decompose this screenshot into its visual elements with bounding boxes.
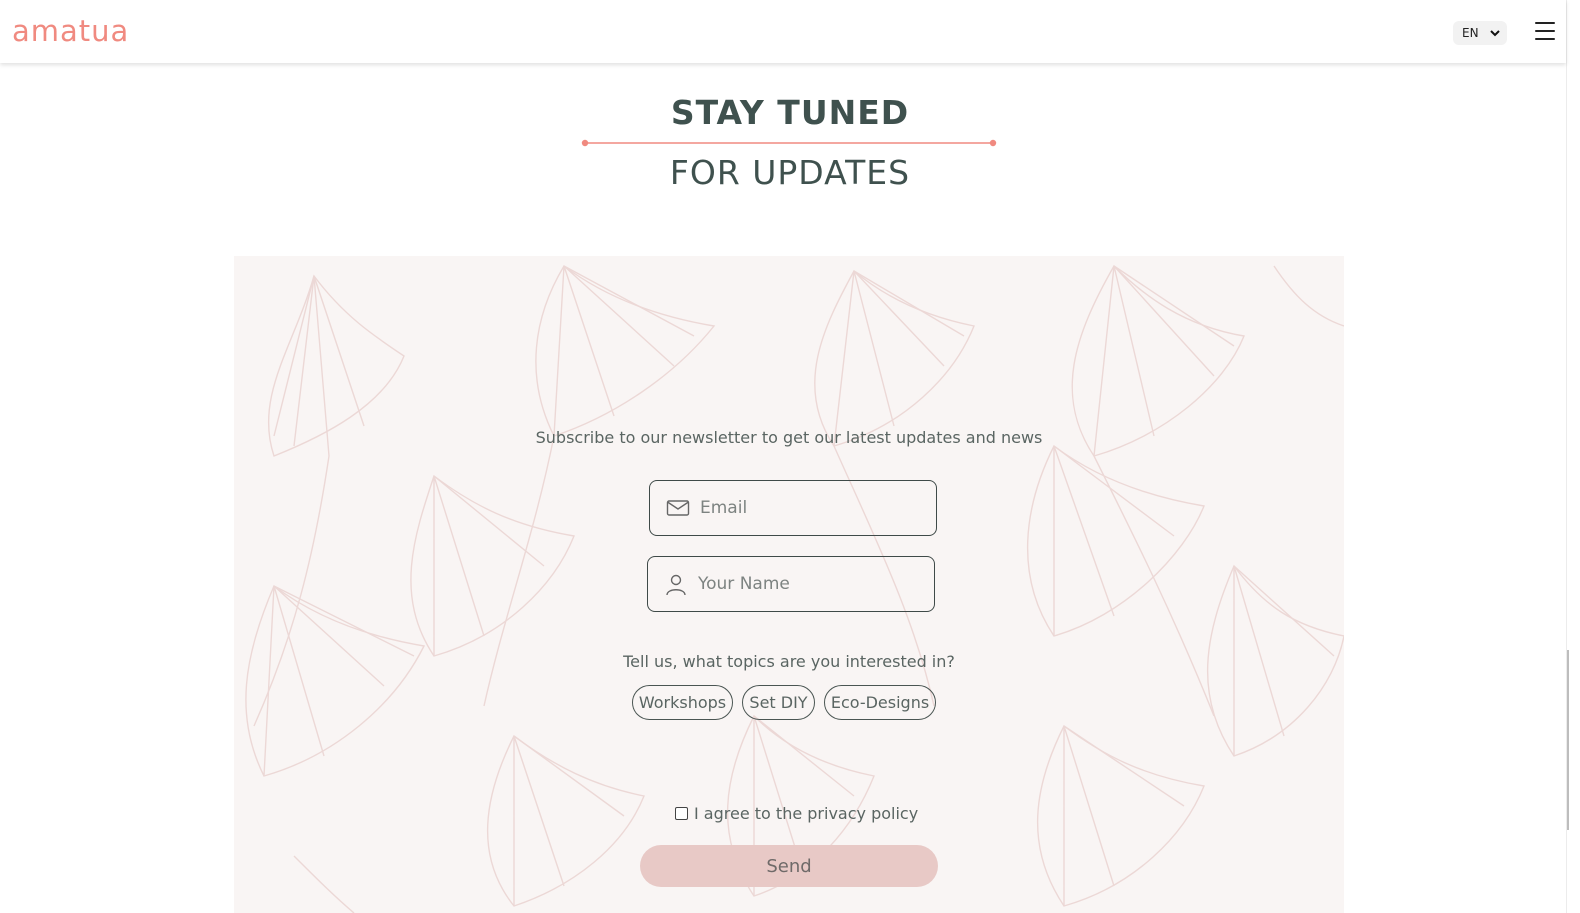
privacy-checkbox[interactable] (675, 807, 688, 820)
email-field[interactable] (649, 480, 937, 536)
privacy-agreement: I agree to the privacy policy (675, 804, 918, 823)
page-title: STAY TUNED (670, 93, 910, 132)
name-field[interactable] (647, 556, 935, 612)
hero-heading: STAY TUNED FOR UPDATES (0, 90, 1580, 192)
name-input[interactable] (698, 574, 918, 594)
svg-text:amatua: amatua (12, 14, 129, 48)
topic-chip-set-diy[interactable]: Set DIY (742, 685, 815, 720)
topic-chip-workshops[interactable]: Workshops (632, 685, 733, 720)
email-input[interactable] (700, 498, 920, 518)
newsletter-intro: Subscribe to our newsletter to get our l… (535, 428, 1043, 447)
site-header: amatua EN (0, 0, 1566, 63)
chevron-down-icon (1490, 30, 1500, 37)
language-selected: EN (1462, 26, 1479, 40)
scrollbar-thumb[interactable] (1567, 650, 1569, 830)
person-icon (666, 574, 686, 596)
privacy-label[interactable]: I agree to the privacy policy (694, 804, 918, 823)
topic-chip-eco-designs[interactable]: Eco-Designs (824, 685, 936, 720)
send-button[interactable]: Send (640, 845, 938, 887)
envelope-icon (666, 500, 690, 516)
hamburger-menu-icon[interactable] (1535, 22, 1555, 42)
amatua-logo[interactable]: amatua (12, 14, 144, 50)
title-divider (581, 139, 997, 147)
language-select[interactable]: EN (1453, 21, 1507, 45)
topics-question: Tell us, what topics are you interested … (623, 652, 955, 671)
page-subtitle: FOR UPDATES (669, 153, 911, 192)
